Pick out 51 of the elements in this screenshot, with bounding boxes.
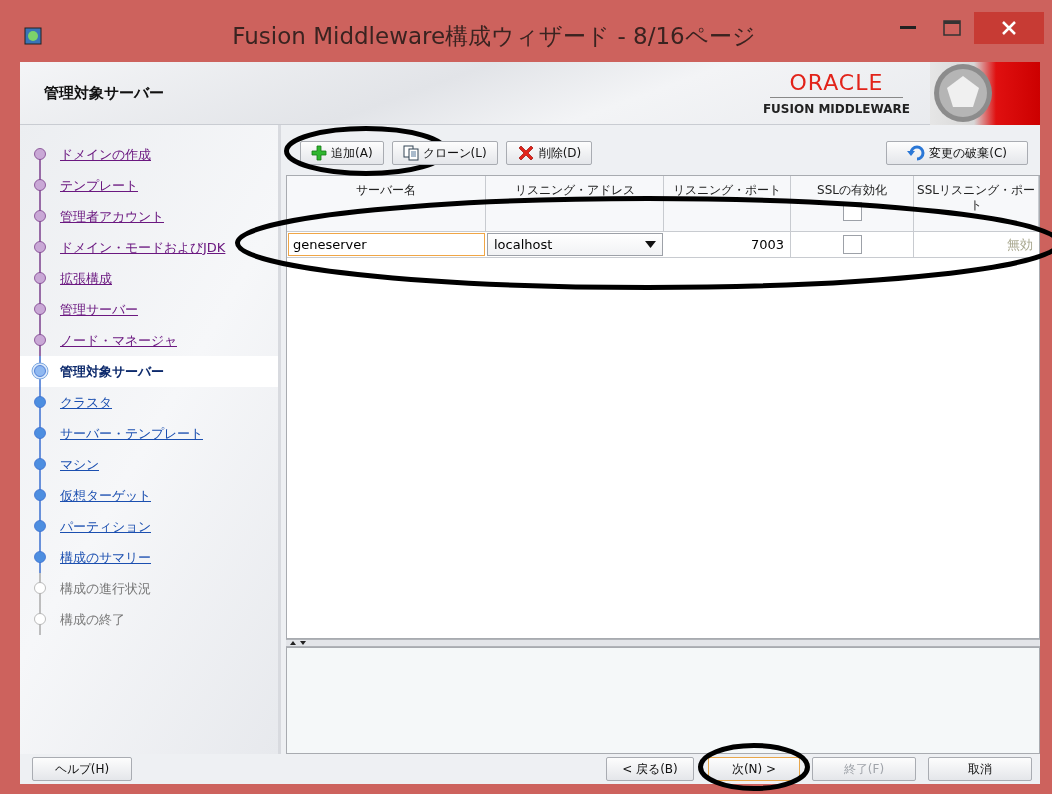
step-link[interactable]: テンプレート <box>60 176 138 195</box>
step-link[interactable]: 拡張構成 <box>60 269 112 288</box>
dropdown-arrow-icon <box>645 241 656 248</box>
delete-button[interactable]: 削除(D) <box>505 141 593 165</box>
help-button[interactable]: ヘルプ(H) <box>32 757 132 781</box>
revert-button[interactable]: 変更の破棄(C) <box>886 141 1028 165</box>
page-title: 管理対象サーバー <box>43 83 165 103</box>
nav-button[interactable]: 次(N) > <box>708 757 800 781</box>
undo-icon <box>907 145 926 161</box>
step-link[interactable]: 管理者アカウント <box>60 207 164 226</box>
step-marker-icon <box>30 356 50 387</box>
maximize-icon <box>943 20 961 36</box>
step-link[interactable]: 仮想ターゲット <box>60 486 151 505</box>
column-title: SSLの有効化 <box>817 183 887 198</box>
step-link[interactable]: ドメイン・モードおよびJDK <box>60 238 226 257</box>
column-title: SSLリスニング・ポート <box>916 183 1036 213</box>
product-name: FUSION MIDDLEWARE <box>762 101 910 116</box>
step-link[interactable]: ノード・マネージャ <box>60 331 177 350</box>
minimize-icon <box>900 26 916 30</box>
close-button[interactable] <box>974 12 1044 44</box>
column-title: リスニング・アドレス <box>514 183 635 198</box>
column-title: リスニング・ポート <box>673 183 781 198</box>
pentagon-emblem-icon <box>932 62 994 124</box>
plus-icon <box>311 145 327 161</box>
collapse-down-icon[interactable] <box>300 641 306 645</box>
window-title: Fusion Middleware構成ウィザード - 8/16ページ <box>231 21 757 51</box>
step-link[interactable]: 構成の進行状況 <box>60 579 151 598</box>
step-link[interactable]: サーバー・テンプレート <box>60 424 203 443</box>
step-link[interactable]: パーティション <box>60 517 151 536</box>
ssl-checkbox[interactable] <box>842 235 862 254</box>
nav-button[interactable]: < 戻る(B) <box>606 757 694 781</box>
step-link[interactable]: マシン <box>60 455 99 474</box>
clone-button[interactable]: クローン(L) <box>391 141 498 165</box>
server-name-field[interactable]: geneserver <box>288 233 485 256</box>
app-icon <box>24 27 42 45</box>
step-link[interactable]: 構成のサマリー <box>60 548 151 567</box>
step-link[interactable]: 管理サーバー <box>60 300 138 319</box>
collapse-up-icon[interactable] <box>290 641 296 645</box>
table-cell: 7003 <box>664 232 791 257</box>
add-button[interactable]: 追加(A) <box>300 141 384 165</box>
brand-logo: ORACLE <box>769 70 904 98</box>
step-link[interactable]: 構成の終了 <box>60 610 125 629</box>
address-dropdown[interactable]: localhost <box>487 233 663 256</box>
delete-icon <box>516 144 535 162</box>
step-link[interactable]: クラスタ <box>60 393 112 412</box>
table-cell-text: 無効 <box>1006 235 1034 254</box>
close-icon <box>1002 21 1016 35</box>
step-link[interactable]: ドメインの作成 <box>60 145 151 164</box>
copy-icon <box>402 145 419 161</box>
nav-button[interactable]: 取消 <box>928 757 1032 781</box>
column-title: サーバー名 <box>356 183 416 198</box>
